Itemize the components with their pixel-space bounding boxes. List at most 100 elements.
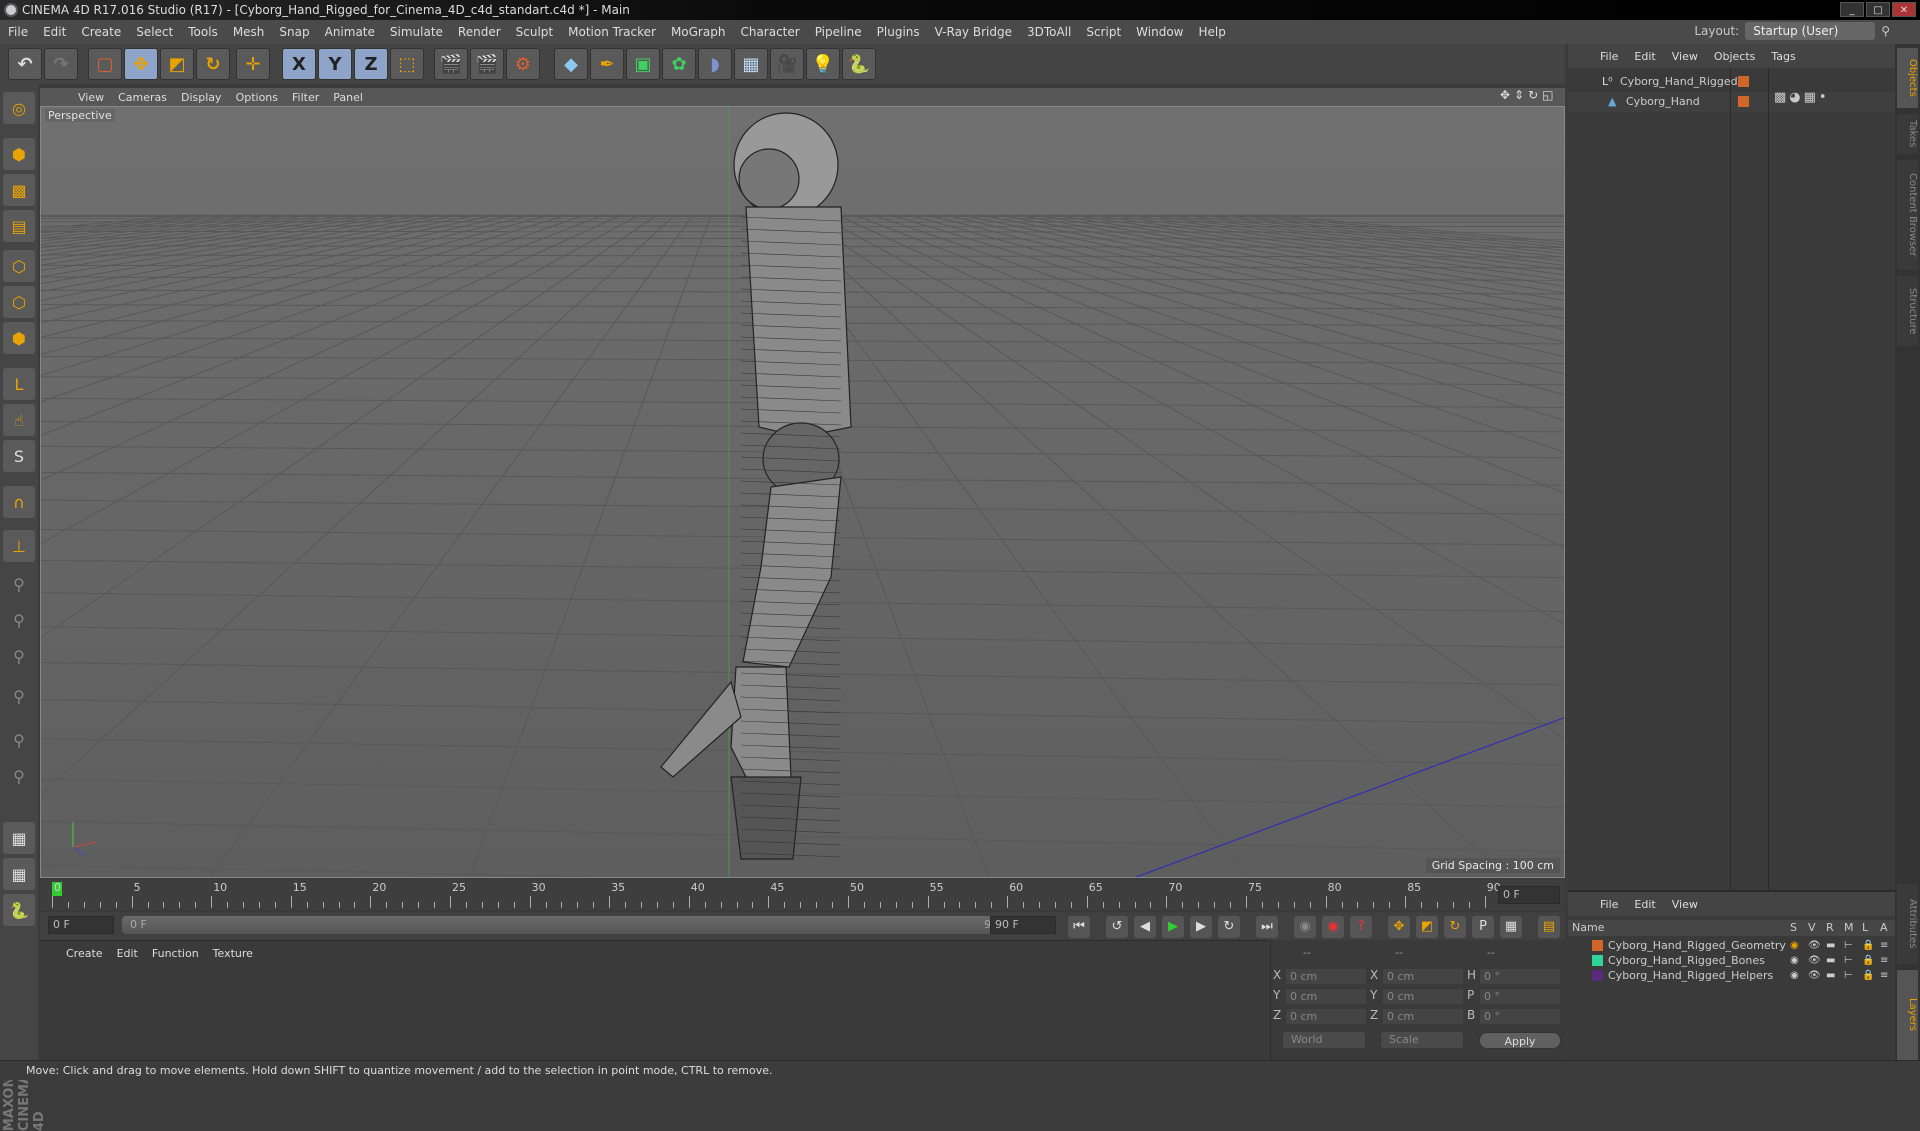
viewport-menu-panel[interactable]: Panel — [333, 91, 363, 104]
layer-row[interactable]: Cyborg_Hand_Rigged_Geometry◉👁▬⊢🔒≡ — [1568, 938, 1895, 953]
menu-select[interactable]: Select — [136, 25, 173, 39]
menu-file[interactable]: File — [8, 25, 28, 39]
layer-column-a[interactable]: A — [1880, 920, 1888, 936]
menu-animate[interactable]: Animate — [325, 25, 375, 39]
manager-toggle-icon[interactable]: ⊢ — [1844, 938, 1853, 953]
max-frame-field[interactable]: 90 F — [990, 916, 1056, 934]
menu-mesh[interactable]: Mesh — [233, 25, 265, 39]
layer-menu-file[interactable]: File — [1600, 898, 1618, 911]
layer-column-s[interactable]: S — [1790, 920, 1797, 936]
coord-value-field[interactable]: 0 cm — [1382, 1008, 1464, 1025]
previous-frame-icon[interactable]: ◀ — [1134, 916, 1156, 938]
menu-simulate[interactable]: Simulate — [390, 25, 443, 39]
coordinate-system-icon[interactable]: ⬚ — [390, 48, 424, 80]
material-menu-texture[interactable]: Texture — [213, 947, 253, 960]
layer-color-swatch[interactable] — [1738, 76, 1749, 87]
3d-viewport[interactable]: Perspective Grid Spacing : 100 cm — [40, 106, 1565, 878]
viewport-menu-cameras[interactable]: Cameras — [118, 91, 167, 104]
python-script-icon[interactable]: 🐍 — [3, 894, 35, 926]
go-to-start-icon[interactable]: ⏮ — [1068, 916, 1090, 938]
search-icon[interactable]: ⚲ — [1881, 24, 1890, 38]
menu-sculpt[interactable]: Sculpt — [516, 25, 553, 39]
deformer-icon[interactable]: ◗ — [698, 48, 732, 80]
solo-toggle-icon[interactable]: ◉ — [1790, 953, 1799, 968]
play-icon[interactable]: ▶ — [1162, 916, 1184, 938]
menu-3dtoall[interactable]: 3DToAll — [1027, 25, 1071, 39]
layout-dropdown[interactable]: Startup (User) — [1745, 22, 1875, 40]
layer-row[interactable]: Cyborg_Hand_Rigged_Helpers◉👁▬⊢🔒≡ — [1568, 968, 1895, 983]
workplane-icon[interactable]: ▤ — [3, 210, 35, 242]
record-icon[interactable]: ◉ — [1294, 916, 1316, 938]
render-toggle-icon[interactable]: ▬ — [1826, 968, 1835, 983]
side-tab-objects[interactable]: Objects — [1897, 48, 1918, 108]
layer-color-swatch[interactable] — [1592, 940, 1603, 951]
side-tab-content-browser[interactable]: Content Browser — [1897, 160, 1918, 270]
coordinate-mode-dropdown[interactable]: World — [1283, 1032, 1365, 1048]
menu-edit[interactable]: Edit — [43, 25, 66, 39]
solo-toggle-icon[interactable]: ◉ — [1790, 938, 1799, 953]
viewport-nav-icons[interactable]: ✥⇕↻◱ — [1500, 88, 1558, 102]
manager-toggle-icon[interactable]: ⊢ — [1844, 953, 1853, 968]
scale-tool-icon[interactable]: ◩ — [160, 48, 194, 80]
points-mode-icon[interactable]: ⬡ — [3, 250, 35, 282]
y-axis-lock-button[interactable]: Y — [318, 48, 352, 80]
lock-toggle-icon[interactable]: 🔒 — [1862, 938, 1874, 953]
maximize-button[interactable]: □ — [1866, 2, 1890, 17]
render-toggle-icon[interactable]: ▬ — [1826, 953, 1835, 968]
move-tool-icon[interactable]: ✥ — [124, 48, 158, 80]
menu-v-ray-bridge[interactable]: V-Ray Bridge — [935, 25, 1012, 39]
z-axis-lock-button[interactable]: Z — [354, 48, 388, 80]
layer-name[interactable]: Cyborg_Hand_Rigged_Helpers — [1608, 968, 1773, 983]
layer-color-swatch[interactable] — [1592, 970, 1603, 981]
pen-spline-icon[interactable]: ✒ — [590, 48, 624, 80]
polygons-mode-icon[interactable]: ⬢ — [3, 322, 35, 354]
material-menu-create[interactable]: Create — [66, 947, 103, 960]
recent-tool-icon[interactable]: ✛ — [236, 48, 270, 80]
layer-column-l[interactable]: L — [1862, 920, 1868, 936]
axis-tool-icon[interactable]: ⊥ — [3, 530, 35, 562]
object-name[interactable]: Cyborg_Hand_Rigged — [1620, 72, 1738, 92]
layer-row[interactable]: Cyborg_Hand_Rigged_Bones◉👁▬⊢🔒≡ — [1568, 953, 1895, 968]
magnet-icon[interactable]: ∩ — [3, 486, 35, 518]
undo-icon[interactable]: ↶ — [8, 48, 42, 80]
layer-name[interactable]: Cyborg_Hand_Rigged_Bones — [1608, 953, 1765, 968]
texture-mode-icon[interactable]: ▩ — [3, 174, 35, 206]
redo-icon[interactable]: ↷ — [44, 48, 78, 80]
object-menu-tags[interactable]: Tags — [1771, 50, 1795, 63]
menu-create[interactable]: Create — [81, 25, 121, 39]
key-position-icon[interactable]: ✥ — [1388, 916, 1410, 938]
autokey-icon[interactable]: ◉ — [1322, 916, 1344, 938]
side-tab-structure[interactable]: Structure — [1897, 276, 1918, 346]
object-menu-view[interactable]: View — [1672, 50, 1698, 63]
animation-toggle-icon[interactable]: ≡ — [1880, 953, 1888, 968]
key-parameter-icon[interactable]: P — [1472, 916, 1494, 938]
key-scale-icon[interactable]: ◩ — [1416, 916, 1438, 938]
grid-lock-icon[interactable]: ▦ — [3, 822, 35, 854]
menu-character[interactable]: Character — [740, 25, 799, 39]
visible-toggle-icon[interactable]: 👁 — [1808, 968, 1821, 983]
rotate-tool-icon[interactable]: ↻ — [196, 48, 230, 80]
material-menu-edit[interactable]: Edit — [117, 947, 138, 960]
next-frame-icon[interactable]: ▶ — [1190, 916, 1212, 938]
menu-plugins[interactable]: Plugins — [877, 25, 920, 39]
viewport-menu-view[interactable]: View — [78, 91, 104, 104]
wireframe-icon[interactable]: ▦ — [3, 858, 35, 890]
side-tab-attributes[interactable]: Attributes — [1897, 884, 1918, 964]
coord-value-field[interactable]: 0 cm — [1285, 1008, 1367, 1025]
layer-name[interactable]: Cyborg_Hand_Rigged_Geometry — [1608, 938, 1786, 953]
menu-tools[interactable]: Tools — [188, 25, 218, 39]
menu-help[interactable]: Help — [1198, 25, 1225, 39]
close-button[interactable]: ✕ — [1892, 2, 1916, 17]
render-settings-icon[interactable]: ⚙ — [506, 48, 540, 80]
coord-value-field[interactable]: 0 cm — [1285, 988, 1367, 1005]
end-frame-field[interactable]: 0 F — [1498, 886, 1560, 904]
make-editable-icon[interactable]: ◎ — [3, 92, 35, 124]
live-selection-icon[interactable]: ▢ — [88, 48, 122, 80]
animation-toggle-icon[interactable]: ≡ — [1880, 938, 1888, 953]
python-icon[interactable]: 🐍 — [842, 48, 876, 80]
lock-toggle-icon[interactable]: 🔒 — [1862, 968, 1874, 983]
coord-value-field[interactable]: 0 ° — [1479, 1008, 1561, 1025]
subdivision-icon[interactable]: ▣ — [626, 48, 660, 80]
viewport-menu-display[interactable]: Display — [181, 91, 222, 104]
visible-toggle-icon[interactable]: 👁 — [1808, 938, 1821, 953]
